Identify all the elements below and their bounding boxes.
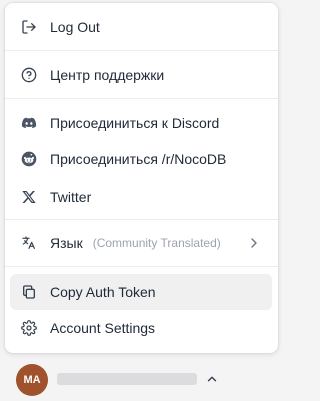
menu-divider — [5, 98, 278, 99]
language-label: Язык — [50, 235, 83, 251]
chevron-right-icon — [251, 238, 257, 248]
twitter-menu-item[interactable]: Twitter — [10, 179, 272, 215]
discord-label: Присоединиться к Discord — [50, 115, 220, 131]
account-settings-label: Account Settings — [50, 320, 156, 336]
menu-divider — [5, 219, 278, 220]
chevron-up-icon[interactable] — [205, 372, 219, 386]
reddit-icon — [20, 150, 38, 168]
logout-icon — [20, 18, 38, 36]
menu-divider — [5, 50, 278, 51]
avatar[interactable]: MA — [16, 364, 48, 396]
logout-menu-item[interactable]: Log Out — [10, 9, 272, 45]
translate-icon — [20, 234, 38, 252]
support-center-label: Центр поддержки — [50, 67, 165, 83]
copy-icon — [20, 283, 38, 301]
account-settings-menu-item[interactable]: Account Settings — [10, 310, 272, 346]
support-center-menu-item[interactable]: Центр поддержки — [10, 57, 272, 93]
reddit-label: Присоединиться /r/NocoDB — [50, 151, 227, 167]
x-twitter-icon — [20, 188, 38, 206]
user-menu-dropdown: Log Out Центр поддержки Присоединиться к… — [5, 3, 278, 353]
discord-icon — [20, 114, 38, 132]
copy-auth-token-label: Copy Auth Token — [50, 284, 156, 300]
gear-icon — [20, 319, 38, 337]
language-menu-item[interactable]: Язык (Community Translated) — [10, 225, 272, 261]
redacted-user-email — [57, 373, 197, 385]
discord-menu-item[interactable]: Присоединиться к Discord — [10, 105, 272, 141]
help-circle-icon — [20, 66, 38, 84]
twitter-label: Twitter — [50, 189, 92, 205]
logout-label: Log Out — [50, 19, 100, 35]
copy-auth-token-menu-item[interactable]: Copy Auth Token — [10, 274, 272, 310]
reddit-menu-item[interactable]: Присоединиться /r/NocoDB — [10, 141, 272, 177]
menu-divider — [5, 266, 278, 267]
language-sublabel: (Community Translated) — [92, 236, 221, 250]
user-profile-footer[interactable]: MA — [0, 358, 285, 401]
